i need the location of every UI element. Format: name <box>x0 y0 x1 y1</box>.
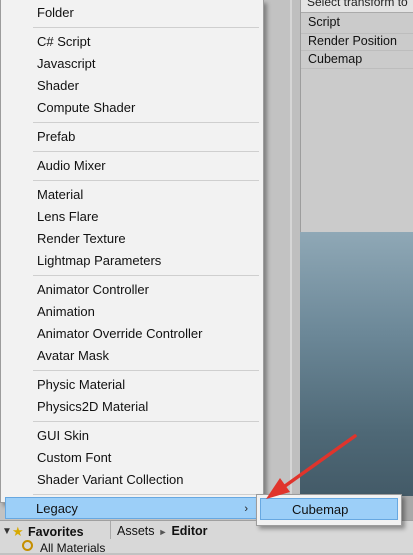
menu-item-label: Lightmap Parameters <box>37 253 162 268</box>
scene-view[interactable] <box>300 232 413 520</box>
menu-item-label: GUI Skin <box>37 428 90 443</box>
menu-item-label: Custom Font <box>37 450 112 465</box>
menu-item-audio-mixer[interactable]: Audio Mixer <box>1 155 263 177</box>
wizard-divider <box>301 68 413 69</box>
menu-item-label: Audio Mixer <box>37 158 106 173</box>
menu-item-material[interactable]: Material <box>1 184 263 206</box>
menu-item-animator-override-controller[interactable]: Animator Override Controller <box>1 323 263 345</box>
menu-separator <box>33 151 259 152</box>
menu-item-label: Animator Override Controller <box>37 326 203 341</box>
menu-item-c-script[interactable]: C# Script <box>1 31 263 53</box>
menu-item-custom-font[interactable]: Custom Font <box>1 447 263 469</box>
menu-item-physics2d-material[interactable]: Physics2D Material <box>1 396 263 418</box>
menu-item-label: Animation <box>37 304 95 319</box>
menu-item-avatar-mask[interactable]: Avatar Mask <box>1 345 263 367</box>
menu-item-javascript[interactable]: Javascript <box>1 53 263 75</box>
menu-separator <box>33 494 259 495</box>
cubemap-wizard-panel: Select transform to Script Render Positi… <box>300 0 413 232</box>
menu-item-label: Prefab <box>37 129 76 144</box>
menu-item-label: Render Texture <box>37 231 126 246</box>
wizard-field-render-position[interactable]: Render Position <box>308 34 397 48</box>
wizard-field-cubemap[interactable]: Cubemap <box>308 52 362 66</box>
submenu-arrow-icon: › <box>244 503 248 515</box>
submenu-item-label: Cubemap <box>292 502 349 517</box>
menu-item-label: Avatar Mask <box>37 348 110 363</box>
wizard-divider <box>301 50 413 51</box>
favorites-row[interactable]: ▼ ★ Favorites <box>0 523 110 541</box>
wizard-header-text: Select transform to <box>307 0 408 9</box>
breadcrumb-assets[interactable]: Assets <box>117 524 155 538</box>
menu-item-render-texture[interactable]: Render Texture <box>1 228 263 250</box>
menu-item-label: Animator Controller <box>37 282 149 297</box>
menu-item-lightmap-parameters[interactable]: Lightmap Parameters <box>1 250 263 272</box>
menu-item-label: Compute Shader <box>37 100 136 115</box>
breadcrumb-editor[interactable]: Editor <box>171 524 207 538</box>
search-icon <box>22 540 33 551</box>
menu-item-legacy[interactable]: Legacy › <box>5 497 257 519</box>
menu-item-animator-controller[interactable]: Animator Controller <box>1 279 263 301</box>
menu-item-prefab[interactable]: Prefab <box>1 126 263 148</box>
menu-item-label: Shader <box>37 78 79 93</box>
menu-item-folder[interactable]: Folder <box>1 2 263 24</box>
menu-separator <box>33 275 259 276</box>
star-icon: ★ <box>12 524 24 539</box>
menu-item-label: C# Script <box>37 34 91 49</box>
menu-item-label: Material <box>37 187 84 202</box>
menu-separator <box>33 27 259 28</box>
menu-item-gui-skin[interactable]: GUI Skin <box>1 425 263 447</box>
menu-item-animation[interactable]: Animation <box>1 301 263 323</box>
menu-separator <box>33 180 259 181</box>
legacy-submenu: Cubemap <box>256 494 402 526</box>
menu-item-label: Legacy <box>36 501 78 516</box>
submenu-item-cubemap[interactable]: Cubemap <box>260 498 398 520</box>
menu-item-label: Physic Material <box>37 377 126 392</box>
favorites-label: Favorites <box>28 525 84 539</box>
menu-item-lens-flare[interactable]: Lens Flare <box>1 206 263 228</box>
menu-item-label: Javascript <box>37 56 96 71</box>
breadcrumb-separator-icon: ► <box>158 527 168 537</box>
menu-separator <box>33 370 259 371</box>
menu-item-label: Lens Flare <box>37 209 99 224</box>
expand-arrow-icon[interactable]: ▼ <box>2 526 12 537</box>
wizard-header: Select transform to <box>301 0 413 13</box>
menu-item-physic-material[interactable]: Physic Material <box>1 374 263 396</box>
menu-item-label: Folder <box>37 5 74 20</box>
wizard-field-script[interactable]: Script <box>308 15 340 29</box>
menu-item-compute-shader[interactable]: Compute Shader <box>1 97 263 119</box>
menu-item-label: Physics2D Material <box>37 399 149 414</box>
all-materials-label: All Materials <box>40 541 106 555</box>
create-context-menu: Folder C# Script Javascript Shader Compute S… <box>0 0 264 519</box>
menu-item-shader[interactable]: Shader <box>1 75 263 97</box>
menu-separator <box>33 421 259 422</box>
menu-item-shader-variant-collection[interactable]: Shader Variant Collection <box>1 469 263 491</box>
menu-separator <box>33 122 259 123</box>
menu-item-label: Shader Variant Collection <box>37 472 184 487</box>
